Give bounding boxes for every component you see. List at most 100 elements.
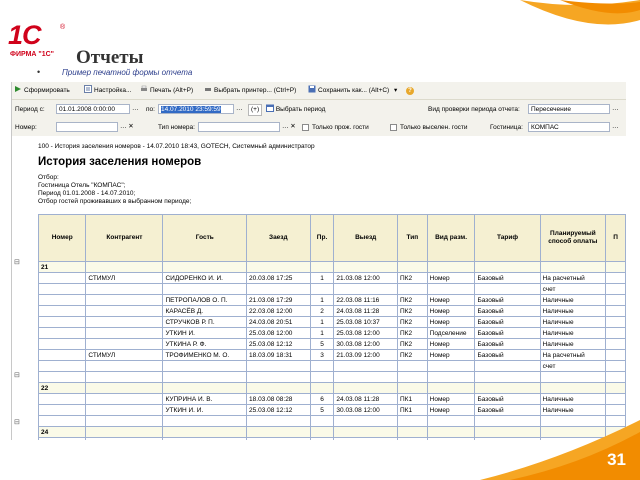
cell: ТРОФИМЕНКО М. О. — [162, 349, 248, 361]
cell: Номер — [426, 393, 476, 405]
cell: На расчетный — [539, 272, 607, 284]
check-type-select[interactable]: Пересечение — [528, 104, 610, 114]
cell: На расчетный — [539, 349, 607, 361]
cell: Подселение — [426, 327, 476, 339]
filter-label: Отбор: — [38, 174, 59, 181]
cell: Наличные — [539, 294, 607, 306]
table-row[interactable]: КУПРИНА И. В. 18.03.08 08:28 6 24.03.08 11:… — [37, 393, 626, 405]
table-row[interactable]: ПЕТРОПАЛОВ О. П. 21.03.08 17:29 1 22.03.08 … — [37, 294, 626, 306]
save-icon — [308, 85, 316, 93]
only-living-checkbox[interactable] — [302, 124, 309, 131]
col-accommodation: Вид разм. — [426, 214, 476, 262]
cell: КУПРИНА И. В. — [162, 393, 248, 405]
cell: 5 — [309, 404, 335, 416]
cell: Номер — [426, 294, 476, 306]
cell: Базовый — [474, 305, 541, 317]
group-collapse-icon[interactable]: ⊟ — [14, 259, 24, 267]
cell: 1 — [309, 316, 335, 328]
cell: 24.03.08 11:28 — [333, 393, 398, 405]
cell: Наличные — [539, 404, 607, 416]
more-menu[interactable]: ▾ — [394, 85, 397, 96]
cell: Базовый — [474, 349, 541, 361]
cell: 6 — [309, 393, 335, 405]
room-picker[interactable]: … ✕ — [120, 122, 134, 132]
cell: 24.03.08 20:51 — [246, 316, 311, 328]
cell: 30.03.08 12:00 — [333, 404, 398, 416]
cell: Базовый — [474, 316, 541, 328]
toolbar: Сформировать Настройка... Печать (Alt+P)… — [12, 82, 626, 100]
cell: Номер — [426, 349, 476, 361]
params-row-1: Период с: 01.01.2008 0:00:00 … по: 14.07… — [12, 100, 626, 118]
settings-icon — [84, 85, 92, 93]
table-row[interactable]: СТИМУЛ ТРОФИМЕНКО М. О. 18.03.09 18:31 3 21.… — [37, 349, 626, 361]
period-shift-button[interactable]: (+) — [248, 104, 263, 116]
col-extra: П — [605, 214, 626, 262]
print-label: Печать (Alt+P) — [150, 87, 194, 94]
period-from-field[interactable]: 01.01.2008 0:00:00 — [56, 104, 130, 114]
group-collapse-icon[interactable]: ⊟ — [14, 419, 24, 427]
params-row-2: Номер: … ✕ Тип номера: … ✕ Только прож. … — [12, 118, 626, 136]
help-button[interactable]: ? — [406, 85, 414, 96]
table-row[interactable]: счет — [37, 360, 626, 372]
cell: 22.03.08 12:00 — [246, 305, 311, 317]
table-row[interactable]: УТКИН И. И. 25.03.08 12:12 5 30.03.08 12:00… — [37, 404, 626, 416]
save-as-button[interactable]: Сохранить как... (Alt+C) — [308, 85, 389, 96]
play-icon — [15, 86, 21, 92]
table-row[interactable]: СТРУЧКОВ Р. П. 24.03.08 20:51 1 25.03.08 10… — [37, 316, 626, 328]
generate-button[interactable]: Сформировать — [14, 85, 70, 96]
cell: СИДОРЕНКО И. И. — [162, 272, 248, 284]
col-payment: Планируемый способ оплаты — [539, 214, 607, 262]
filter-hotel: Гостиница Отель "КОМПАС"; — [38, 182, 126, 189]
only-living-label: Только прож. гости — [312, 124, 369, 131]
decorative-swoosh — [520, 0, 640, 25]
cell: Базовый — [474, 404, 541, 416]
group-row[interactable]: 22 — [37, 382, 626, 394]
group-row[interactable]: 21 — [37, 261, 626, 273]
table-row[interactable]: счет — [37, 283, 626, 295]
report-window: Сформировать Настройка... Печать (Alt+P)… — [11, 82, 626, 440]
table-row[interactable]: КАРАСЁВ Д. 22.03.08 12:00 2 24.03.08 11:28 П… — [37, 305, 626, 317]
cell: СТИМУЛ — [85, 349, 164, 361]
cell: 22.03.08 11:16 — [333, 294, 398, 306]
cell: 21.03.08 12:00 — [333, 272, 398, 284]
cell: 25.03.08 12:12 — [246, 338, 311, 350]
room-field[interactable] — [56, 122, 118, 132]
hotel-field[interactable]: КОМПАС — [528, 122, 610, 132]
group-collapse-icon[interactable]: ⊟ — [14, 372, 24, 380]
print-button[interactable]: Печать (Alt+P) — [140, 85, 193, 96]
col-stay: Пр. — [309, 214, 335, 262]
cell: Номер — [426, 305, 476, 317]
cell: ПК2 — [397, 272, 428, 284]
period-to-field[interactable]: 14.07.2010 23:59:59 — [158, 104, 234, 114]
check-type-picker[interactable]: … — [612, 104, 619, 114]
table-row[interactable]: УТКИН И. 25.03.08 12:00 1 25.03.08 12:00 ПК2… — [37, 327, 626, 339]
room-type-field[interactable] — [198, 122, 280, 132]
only-checked-out-checkbox[interactable] — [390, 124, 397, 131]
col-counterparty: Контрагент — [85, 214, 164, 262]
select-period-button[interactable]: Выбрать период — [266, 104, 325, 114]
help-icon: ? — [406, 87, 414, 95]
slide-title: Отчеты — [76, 47, 144, 68]
cell: 1 — [309, 327, 335, 339]
period-to-picker[interactable]: … — [236, 104, 243, 114]
cell: ПЕТРОПАЛОВ О. П. — [162, 294, 248, 306]
table-row[interactable]: СТИМУЛ СИДОРЕНКО И. И. 20.03.08 17:25 1 21.0… — [37, 272, 626, 284]
cell: 25.03.08 10:37 — [333, 316, 398, 328]
room-type-picker[interactable]: … ✕ — [282, 122, 296, 132]
cell: 30.03.08 12:00 — [333, 338, 398, 350]
cell: Номер — [426, 272, 476, 284]
cell: 18.03.09 18:31 — [246, 349, 311, 361]
select-printer-label: Выбрать принтер... (Ctrl+P) — [214, 87, 297, 94]
table-row[interactable]: УТКИНА Р. Ф. 25.03.08 12:12 5 30.03.08 12:0… — [37, 338, 626, 350]
settings-button[interactable]: Настройка... — [84, 85, 131, 96]
cell: 5 — [309, 338, 335, 350]
table-header-row: Номер Контрагент Гость Заезд Пр. Выезд Т… — [37, 214, 626, 262]
group-room: 21 — [37, 261, 87, 273]
select-printer-button[interactable]: Выбрать принтер... (Ctrl+P) — [204, 85, 296, 96]
cell: Номер — [426, 404, 476, 416]
page-number: 31 — [607, 450, 626, 469]
hotel-picker[interactable]: … — [612, 122, 619, 132]
period-from-picker[interactable]: … — [132, 104, 139, 114]
cell: ПК2 — [397, 338, 428, 350]
cell: ПК1 — [397, 393, 428, 405]
